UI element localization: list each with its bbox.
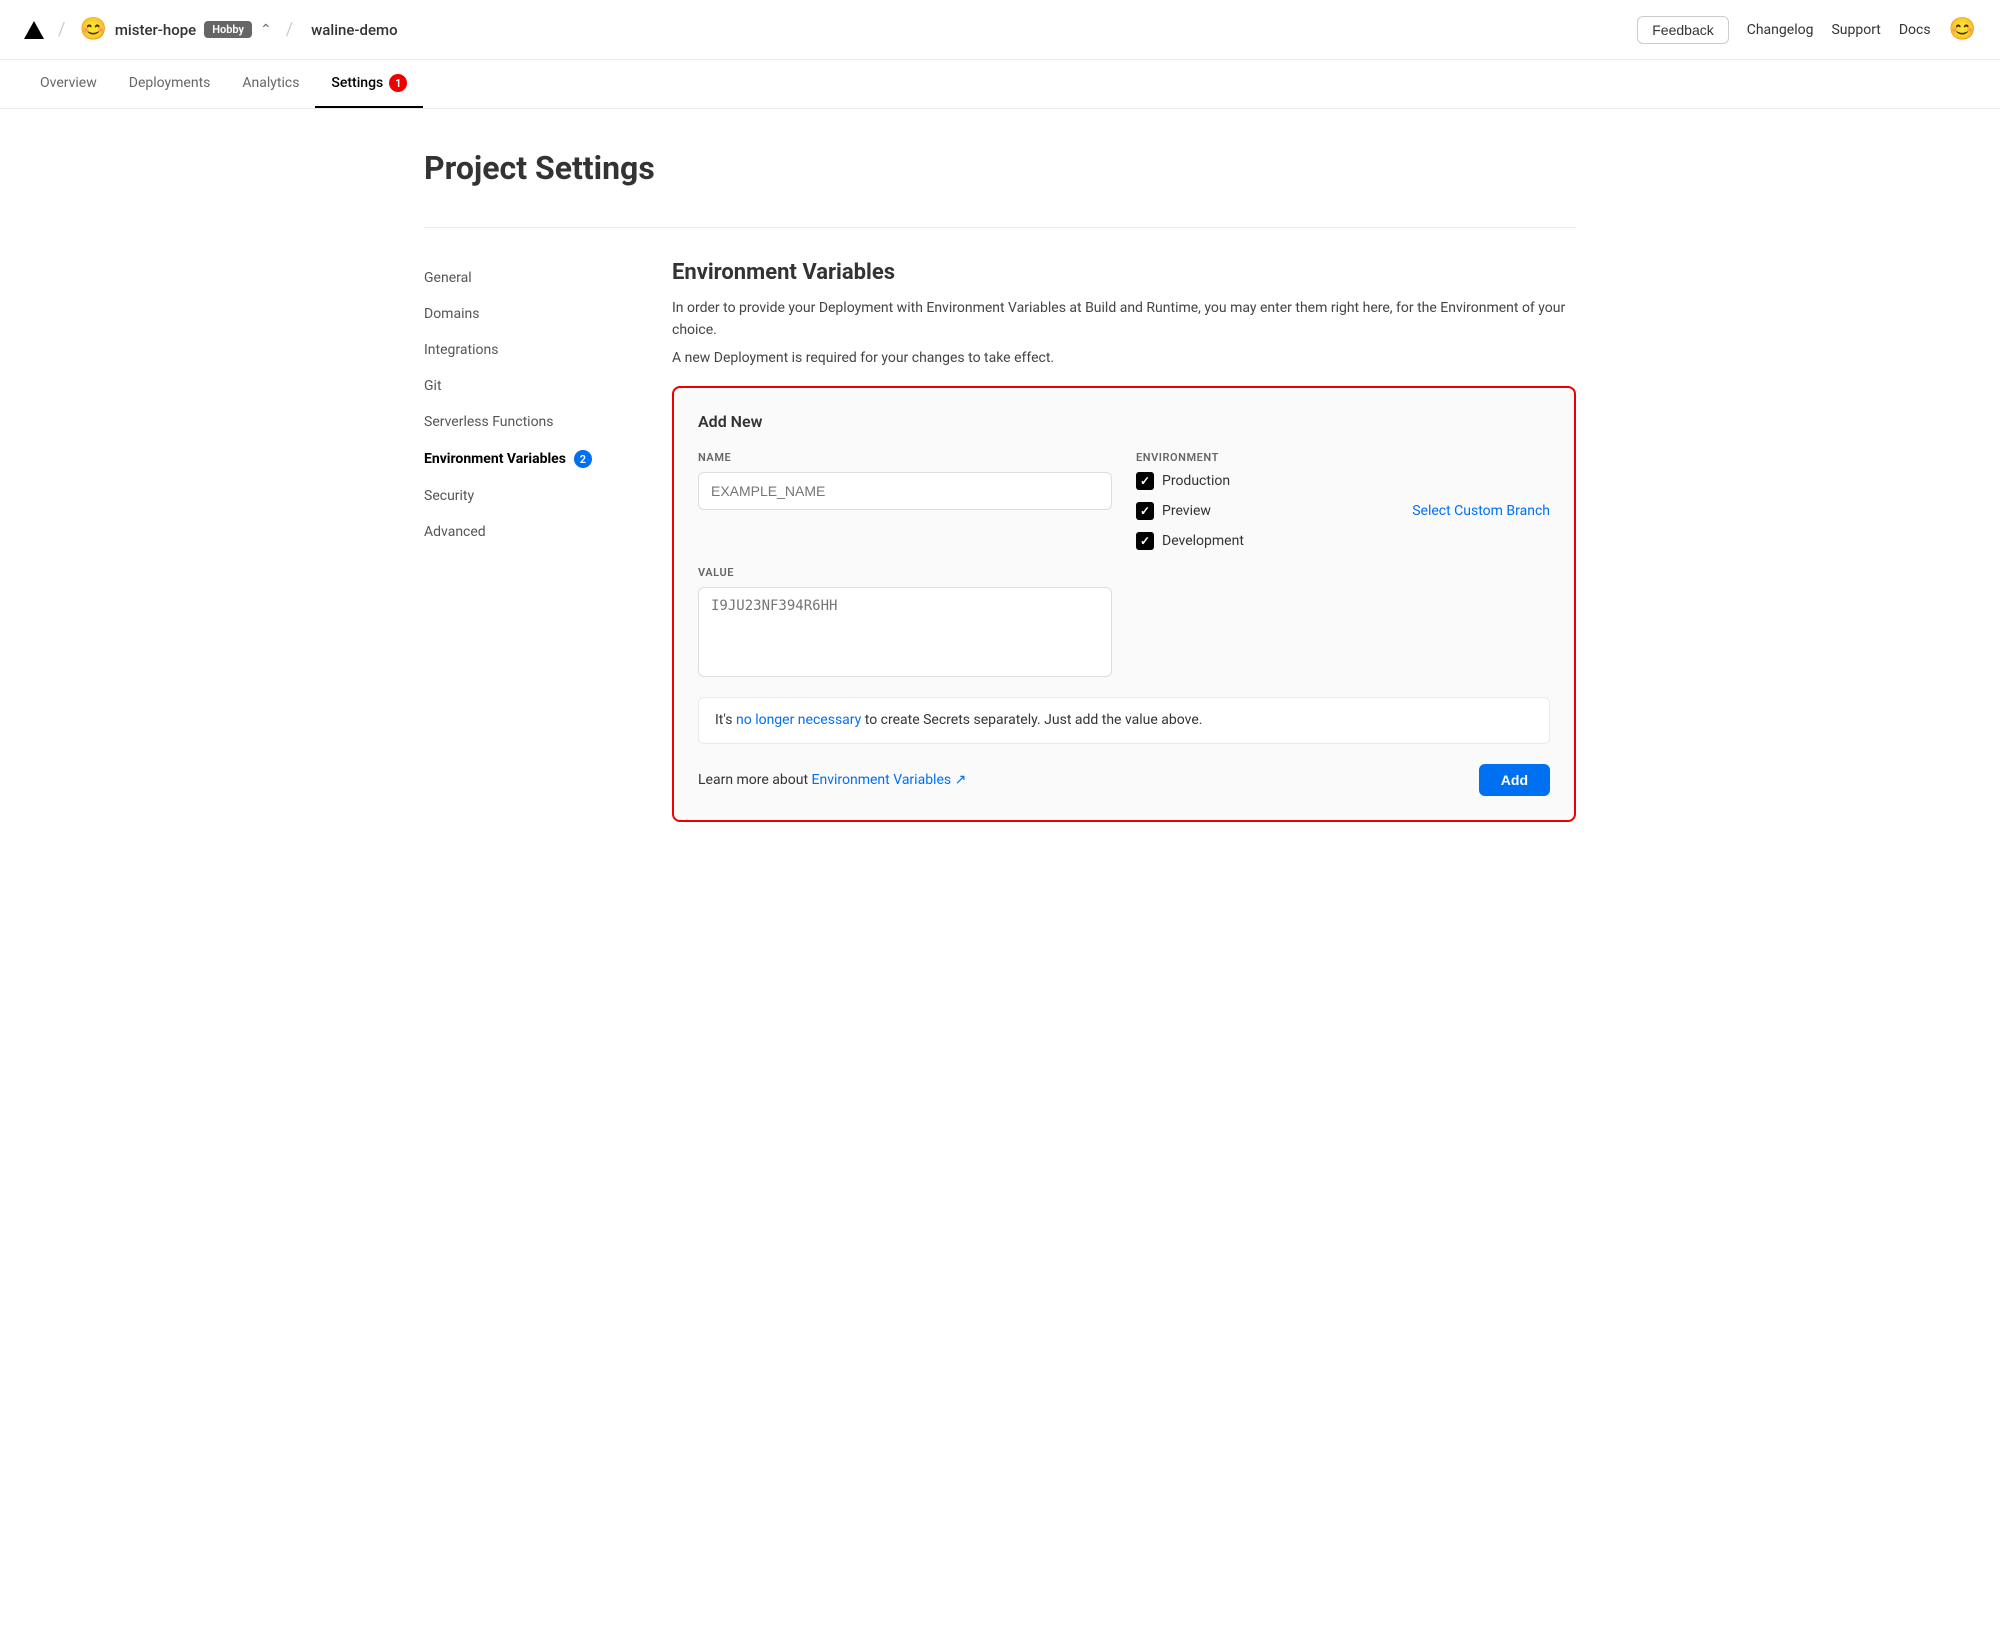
divider <box>424 227 1576 228</box>
section-note: A new Deployment is required for your ch… <box>672 350 1576 366</box>
page-container: Project Settings General Domains Integra… <box>400 109 1600 862</box>
checkbox-row-production: ✓ Production <box>1136 472 1550 490</box>
learn-more: Learn more about Environment Variables ↗ <box>698 772 966 788</box>
form-col-environment: ENVIRONMENT ✓ Production <box>1136 451 1550 550</box>
username: mister-hope <box>115 21 196 39</box>
nav-separator-2: / <box>286 19 293 40</box>
env-vars-badge: 2 <box>574 450 592 468</box>
section-desc-1: In order to provide your Deployment with… <box>672 297 1576 342</box>
sub-nav: Overview Deployments Analytics Settings … <box>0 60 2000 109</box>
support-link[interactable]: Support <box>1831 22 1880 38</box>
production-label: Production <box>1162 473 1230 489</box>
sidebar: General Domains Integrations Git Serverl… <box>424 260 624 822</box>
info-box: It's no longer necessary to create Secre… <box>698 697 1550 744</box>
tab-analytics[interactable]: Analytics <box>226 61 315 107</box>
form-col-name: NAME <box>698 451 1112 550</box>
sidebar-item-env-vars[interactable]: Environment Variables 2 <box>424 440 624 478</box>
form-row-name-env: NAME ENVIRONMENT ✓ Production <box>698 451 1550 550</box>
check-icon-3: ✓ <box>1140 534 1150 548</box>
add-new-title: Add New <box>698 412 1550 431</box>
user-avatar-right: 😊 <box>1949 17 1976 42</box>
settings-badge: 1 <box>389 74 407 92</box>
sidebar-item-security[interactable]: Security <box>424 478 624 514</box>
name-label: NAME <box>698 451 1112 464</box>
checkbox-group: ✓ Production ✓ Preview <box>1136 472 1550 550</box>
add-new-box: Add New NAME ENVIRONMENT ✓ <box>672 386 1576 822</box>
top-nav-left: / 😊 mister-hope Hobby ⌃ / waline-demo <box>24 17 1637 42</box>
form-col-value-right <box>1136 566 1550 681</box>
project-name[interactable]: waline-demo <box>311 21 397 39</box>
form-footer: Learn more about Environment Variables ↗… <box>698 764 1550 796</box>
check-icon: ✓ <box>1140 474 1150 488</box>
value-textarea[interactable] <box>698 587 1112 677</box>
env-vars-learn-more-link[interactable]: Environment Variables ↗ <box>812 772 967 788</box>
checkbox-row-development: ✓ Development <box>1136 532 1550 550</box>
main-content: Environment Variables In order to provid… <box>672 260 1576 822</box>
preview-checkbox[interactable]: ✓ <box>1136 502 1154 520</box>
development-label: Development <box>1162 533 1244 549</box>
checkbox-row-preview: ✓ Preview Select Custom Branch <box>1136 502 1550 520</box>
sidebar-item-general[interactable]: General <box>424 260 624 296</box>
user-avatar: 😊 <box>79 17 106 42</box>
no-longer-necessary-link[interactable]: no longer necessary <box>736 712 861 728</box>
env-label: ENVIRONMENT <box>1136 451 1550 464</box>
value-label: VALUE <box>698 566 1112 579</box>
check-icon-2: ✓ <box>1140 504 1150 518</box>
top-nav: / 😊 mister-hope Hobby ⌃ / waline-demo Fe… <box>0 0 2000 60</box>
info-text-after: to create Secrets separately. Just add t… <box>861 712 1202 728</box>
form-col-value: VALUE <box>698 566 1112 681</box>
sidebar-item-git[interactable]: Git <box>424 368 624 404</box>
select-custom-branch-link[interactable]: Select Custom Branch <box>1412 503 1550 519</box>
sidebar-item-advanced[interactable]: Advanced <box>424 514 624 550</box>
content-layout: General Domains Integrations Git Serverl… <box>424 260 1576 822</box>
sidebar-item-serverless[interactable]: Serverless Functions <box>424 404 624 440</box>
nav-separator-1: / <box>58 19 65 40</box>
user-info: 😊 mister-hope Hobby ⌃ <box>79 17 271 42</box>
changelog-link[interactable]: Changelog <box>1747 22 1814 38</box>
logo-icon[interactable] <box>24 21 44 39</box>
production-checkbox[interactable]: ✓ <box>1136 472 1154 490</box>
add-button[interactable]: Add <box>1479 764 1550 796</box>
tab-settings[interactable]: Settings 1 <box>315 60 423 108</box>
preview-checkbox-inner: ✓ Preview <box>1136 502 1211 520</box>
form-row-value: VALUE <box>698 566 1550 681</box>
section-title: Environment Variables <box>672 260 1576 285</box>
hobby-badge: Hobby <box>204 21 252 38</box>
tab-overview[interactable]: Overview <box>24 61 113 107</box>
info-text-before: It's <box>715 712 736 728</box>
preview-label: Preview <box>1162 503 1211 519</box>
top-nav-right: Feedback Changelog Support Docs 😊 <box>1637 16 1976 44</box>
learn-more-prefix: Learn more about <box>698 772 812 788</box>
name-input[interactable] <box>698 472 1112 510</box>
development-checkbox[interactable]: ✓ <box>1136 532 1154 550</box>
sidebar-item-integrations[interactable]: Integrations <box>424 332 624 368</box>
page-title: Project Settings <box>424 149 1576 187</box>
tab-deployments[interactable]: Deployments <box>113 61 227 107</box>
chevron-icon[interactable]: ⌃ <box>260 22 272 38</box>
docs-link[interactable]: Docs <box>1899 22 1931 38</box>
feedback-button[interactable]: Feedback <box>1637 16 1728 44</box>
sidebar-item-domains[interactable]: Domains <box>424 296 624 332</box>
